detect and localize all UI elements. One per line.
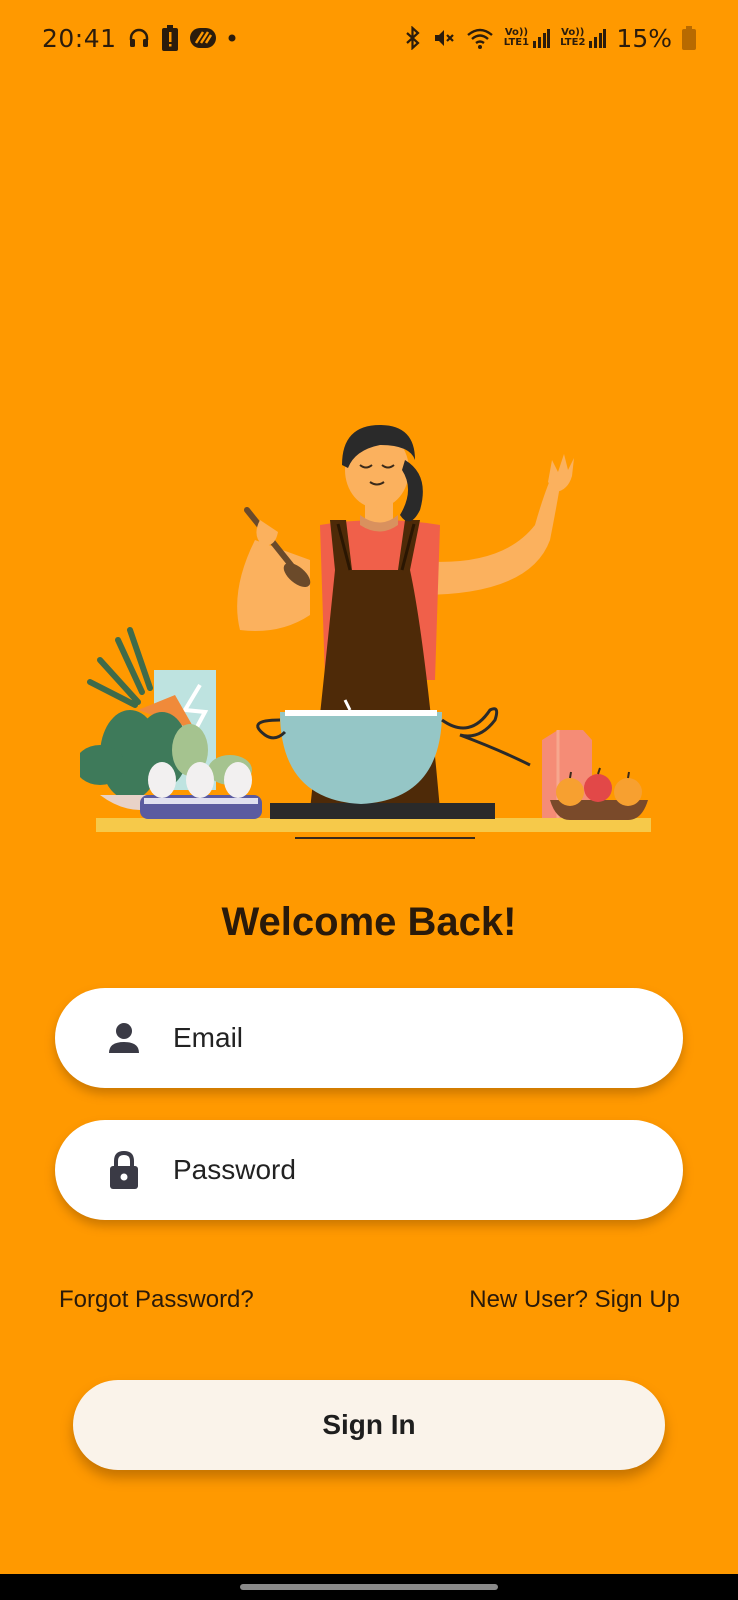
lte1-label: LTE1 bbox=[503, 37, 530, 48]
app-notification-icon bbox=[189, 26, 217, 50]
battery-alert-icon bbox=[161, 25, 179, 51]
bluetooth-icon bbox=[404, 26, 422, 50]
email-field[interactable] bbox=[55, 988, 683, 1088]
page-title: Welcome Back! bbox=[221, 900, 517, 944]
status-left: 20:41 bbox=[42, 24, 237, 53]
status-time: 20:41 bbox=[42, 23, 117, 53]
navigation-bar bbox=[0, 1574, 738, 1600]
password-input[interactable] bbox=[173, 1140, 653, 1200]
forgot-password-link[interactable]: Forgot Password? bbox=[59, 1286, 254, 1314]
sign-in-button[interactable]: Sign In bbox=[73, 1380, 665, 1470]
status-right: Vo)) LTE1 Vo)) LTE2 15% bbox=[404, 24, 696, 53]
wifi-icon bbox=[466, 26, 494, 50]
signal-lte2-icon: Vo)) LTE2 bbox=[560, 27, 607, 49]
cooking-illustration bbox=[75, 420, 670, 860]
email-input[interactable] bbox=[173, 1008, 653, 1068]
lock-icon bbox=[107, 1150, 141, 1190]
mute-icon bbox=[432, 26, 456, 50]
person-icon bbox=[107, 1018, 141, 1058]
signal-lte1-icon: Vo)) LTE1 bbox=[503, 27, 551, 49]
dot-icon bbox=[227, 33, 237, 43]
battery-percent: 15% bbox=[616, 23, 672, 53]
lte2-label: LTE2 bbox=[560, 37, 586, 48]
home-gesture-handle[interactable] bbox=[240, 1584, 498, 1590]
signup-link[interactable]: New User? Sign Up bbox=[469, 1286, 680, 1314]
headphones-icon bbox=[127, 26, 151, 50]
battery-icon bbox=[682, 26, 696, 50]
password-field[interactable] bbox=[55, 1120, 683, 1220]
status-bar: 20:41 Vo)) LTE1 Vo)) LTE2 15% bbox=[0, 0, 738, 76]
